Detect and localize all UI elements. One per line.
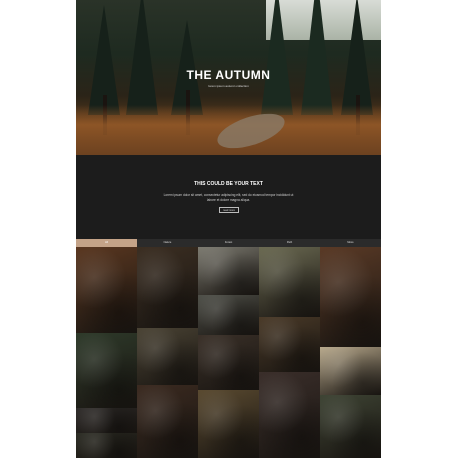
photo-frosty-leaves[interactable] (76, 408, 137, 433)
photo-moss-rock[interactable] (320, 395, 381, 458)
tab-moss[interactable]: Moss (320, 239, 381, 247)
tab-nature[interactable]: Nature (137, 239, 198, 247)
website-page: THE AUTUMN lorem ipsum autumn collection… (76, 0, 381, 458)
photo-misty-road[interactable] (198, 247, 259, 295)
photo-bracken[interactable] (137, 385, 198, 458)
photo-forest-clearing[interactable] (137, 328, 198, 385)
hero-tree (301, 0, 333, 115)
hero-section: THE AUTUMN lorem ipsum autumn collection (76, 0, 381, 155)
hero-subtitle: lorem ipsum autumn collection (208, 84, 249, 88)
gallery-filter-tabs: All Nature Forest Path Moss (76, 239, 381, 247)
photo-ferns-close[interactable] (76, 247, 137, 333)
photo-fern-fronds[interactable] (76, 433, 137, 458)
tab-path[interactable]: Path (259, 239, 320, 247)
photo-dark-woods[interactable] (198, 335, 259, 390)
photo-dark-forest-ferns[interactable] (137, 247, 198, 328)
read-more-button[interactable]: read more (219, 207, 239, 213)
photo-white-flowers[interactable] (259, 372, 320, 458)
photo-trees-lake[interactable] (259, 247, 320, 317)
intro-section: THIS COULD BE YOUR TEXT Lorem ipsum dolo… (76, 155, 381, 239)
photo-gallery (76, 247, 381, 458)
photo-tall-trunks[interactable] (76, 333, 137, 408)
intro-title: THIS COULD BE YOUR TEXT (194, 181, 263, 187)
photo-building-leaves[interactable] (320, 347, 381, 395)
hero-tree (126, 0, 158, 115)
tab-forest[interactable]: Forest (198, 239, 259, 247)
tab-all[interactable]: All (76, 239, 137, 247)
intro-body: Lorem ipsum dolor sit amet, consectetur … (163, 193, 294, 202)
hero-tree (261, 0, 293, 115)
photo-leaves-ground[interactable] (320, 247, 381, 347)
photo-forest-river[interactable] (198, 390, 259, 458)
photo-old-tree[interactable] (259, 317, 320, 372)
photo-foggy-path[interactable] (198, 295, 259, 335)
hero-title: THE AUTUMN (186, 68, 271, 82)
